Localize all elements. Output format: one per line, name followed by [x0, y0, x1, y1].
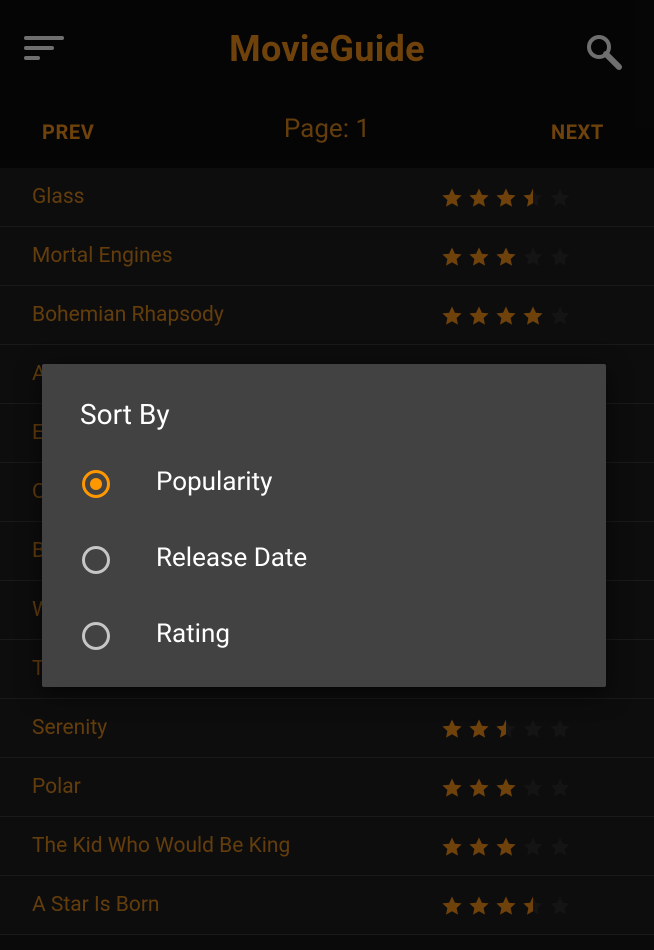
sort-by-dialog: Sort By Popularity Release Date Rating — [42, 364, 606, 687]
sort-option-release-date[interactable]: Release Date — [42, 529, 606, 595]
radio-button[interactable] — [82, 546, 110, 574]
sort-option-popularity[interactable]: Popularity — [42, 453, 606, 519]
sort-option-label: Release Date — [156, 543, 308, 573]
dialog-title: Sort By — [80, 398, 170, 431]
sort-option-label: Popularity — [156, 467, 273, 497]
sort-option-label: Rating — [156, 619, 230, 649]
sort-option-rating[interactable]: Rating — [42, 605, 606, 671]
radio-button[interactable] — [82, 470, 110, 498]
radio-button[interactable] — [82, 622, 110, 650]
